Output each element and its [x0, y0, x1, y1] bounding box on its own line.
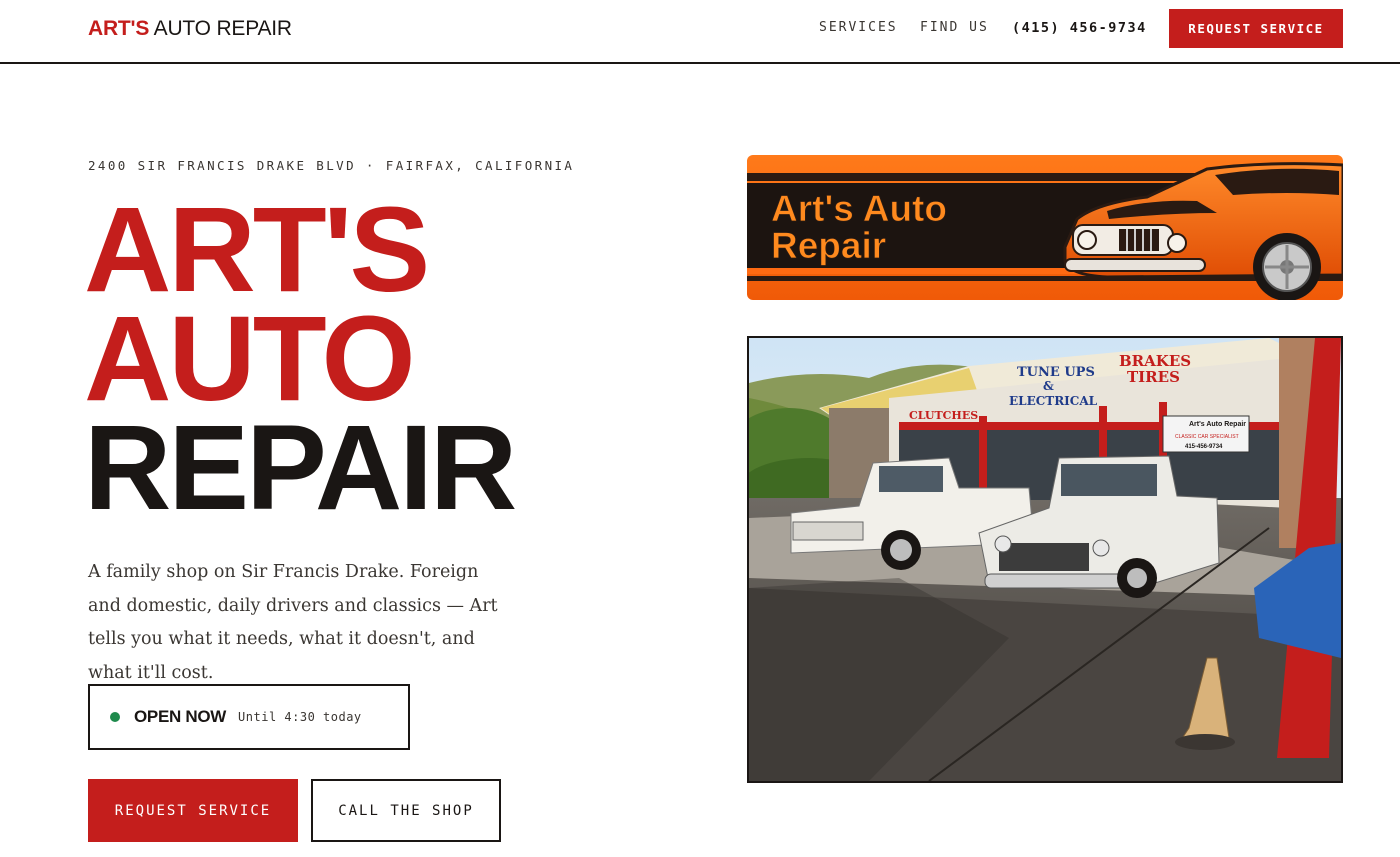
- open-status-badge: OPEN NOW Until 4:30 today: [88, 684, 410, 750]
- top-nav: ART'S AUTO REPAIR SERVICES FIND US (415)…: [0, 0, 1400, 64]
- sign-electrical: ELECTRICAL: [1009, 394, 1098, 408]
- open-status-label: OPEN NOW: [134, 707, 227, 726]
- headline-line-repair: REPAIR: [84, 399, 517, 535]
- sign-specialist: CLASSIC CAR SPECIALIST: [1175, 434, 1239, 440]
- request-service-button[interactable]: REQUEST SERVICE: [88, 779, 298, 842]
- sign-tires: TIRES: [1127, 368, 1180, 386]
- logo-black-text: AUTO REPAIR: [153, 17, 292, 40]
- nav-link-find-us[interactable]: FIND US: [920, 20, 989, 35]
- headline-line-arts: ART'S: [84, 181, 430, 317]
- logo-banner-graphic: Art's Auto Repair: [747, 155, 1343, 300]
- logo-red-text: ART'S: [88, 17, 150, 40]
- open-hours-text: Until 4:30 today: [238, 710, 362, 724]
- hero-description: A family shop on Sir Francis Drake. Fore…: [88, 562, 498, 683]
- banner-text-line2: Repair: [771, 225, 886, 266]
- shop-photo: CLUTCHES TUNE UPS & ELECTRICAL BRAKES TI…: [747, 336, 1343, 783]
- site-logo[interactable]: ART'S AUTO REPAIR: [88, 17, 292, 41]
- sign-ampersand: &: [1043, 379, 1054, 393]
- shop-address: 2400 SIR FRANCIS DRAKE BLVD · FAIRFAX, C…: [88, 158, 575, 173]
- sign-clutches: CLUTCHES: [909, 409, 978, 422]
- shop-photo-illustration: CLUTCHES TUNE UPS & ELECTRICAL BRAKES TI…: [749, 338, 1341, 781]
- call-shop-button[interactable]: CALL THE SHOP: [311, 779, 501, 842]
- banner-text-line1: Art's Auto: [771, 188, 947, 229]
- nav-request-service-button[interactable]: REQUEST SERVICE: [1169, 9, 1343, 48]
- sign-phone: 415-456-9734: [1185, 444, 1223, 450]
- nav-phone-link[interactable]: (415) 456-9734: [1012, 20, 1147, 36]
- sign-shop-name: Art's Auto Repair: [1189, 421, 1246, 428]
- status-dot-icon: [110, 712, 120, 722]
- headline-line-auto: AUTO: [84, 290, 416, 426]
- nav-link-services[interactable]: SERVICES: [819, 20, 898, 35]
- logo-banner: Art's Auto Repair: [747, 155, 1343, 300]
- sign-tune-ups: TUNE UPS: [1017, 365, 1095, 380]
- hero-headline: ART'S AUTO REPAIR: [84, 181, 517, 535]
